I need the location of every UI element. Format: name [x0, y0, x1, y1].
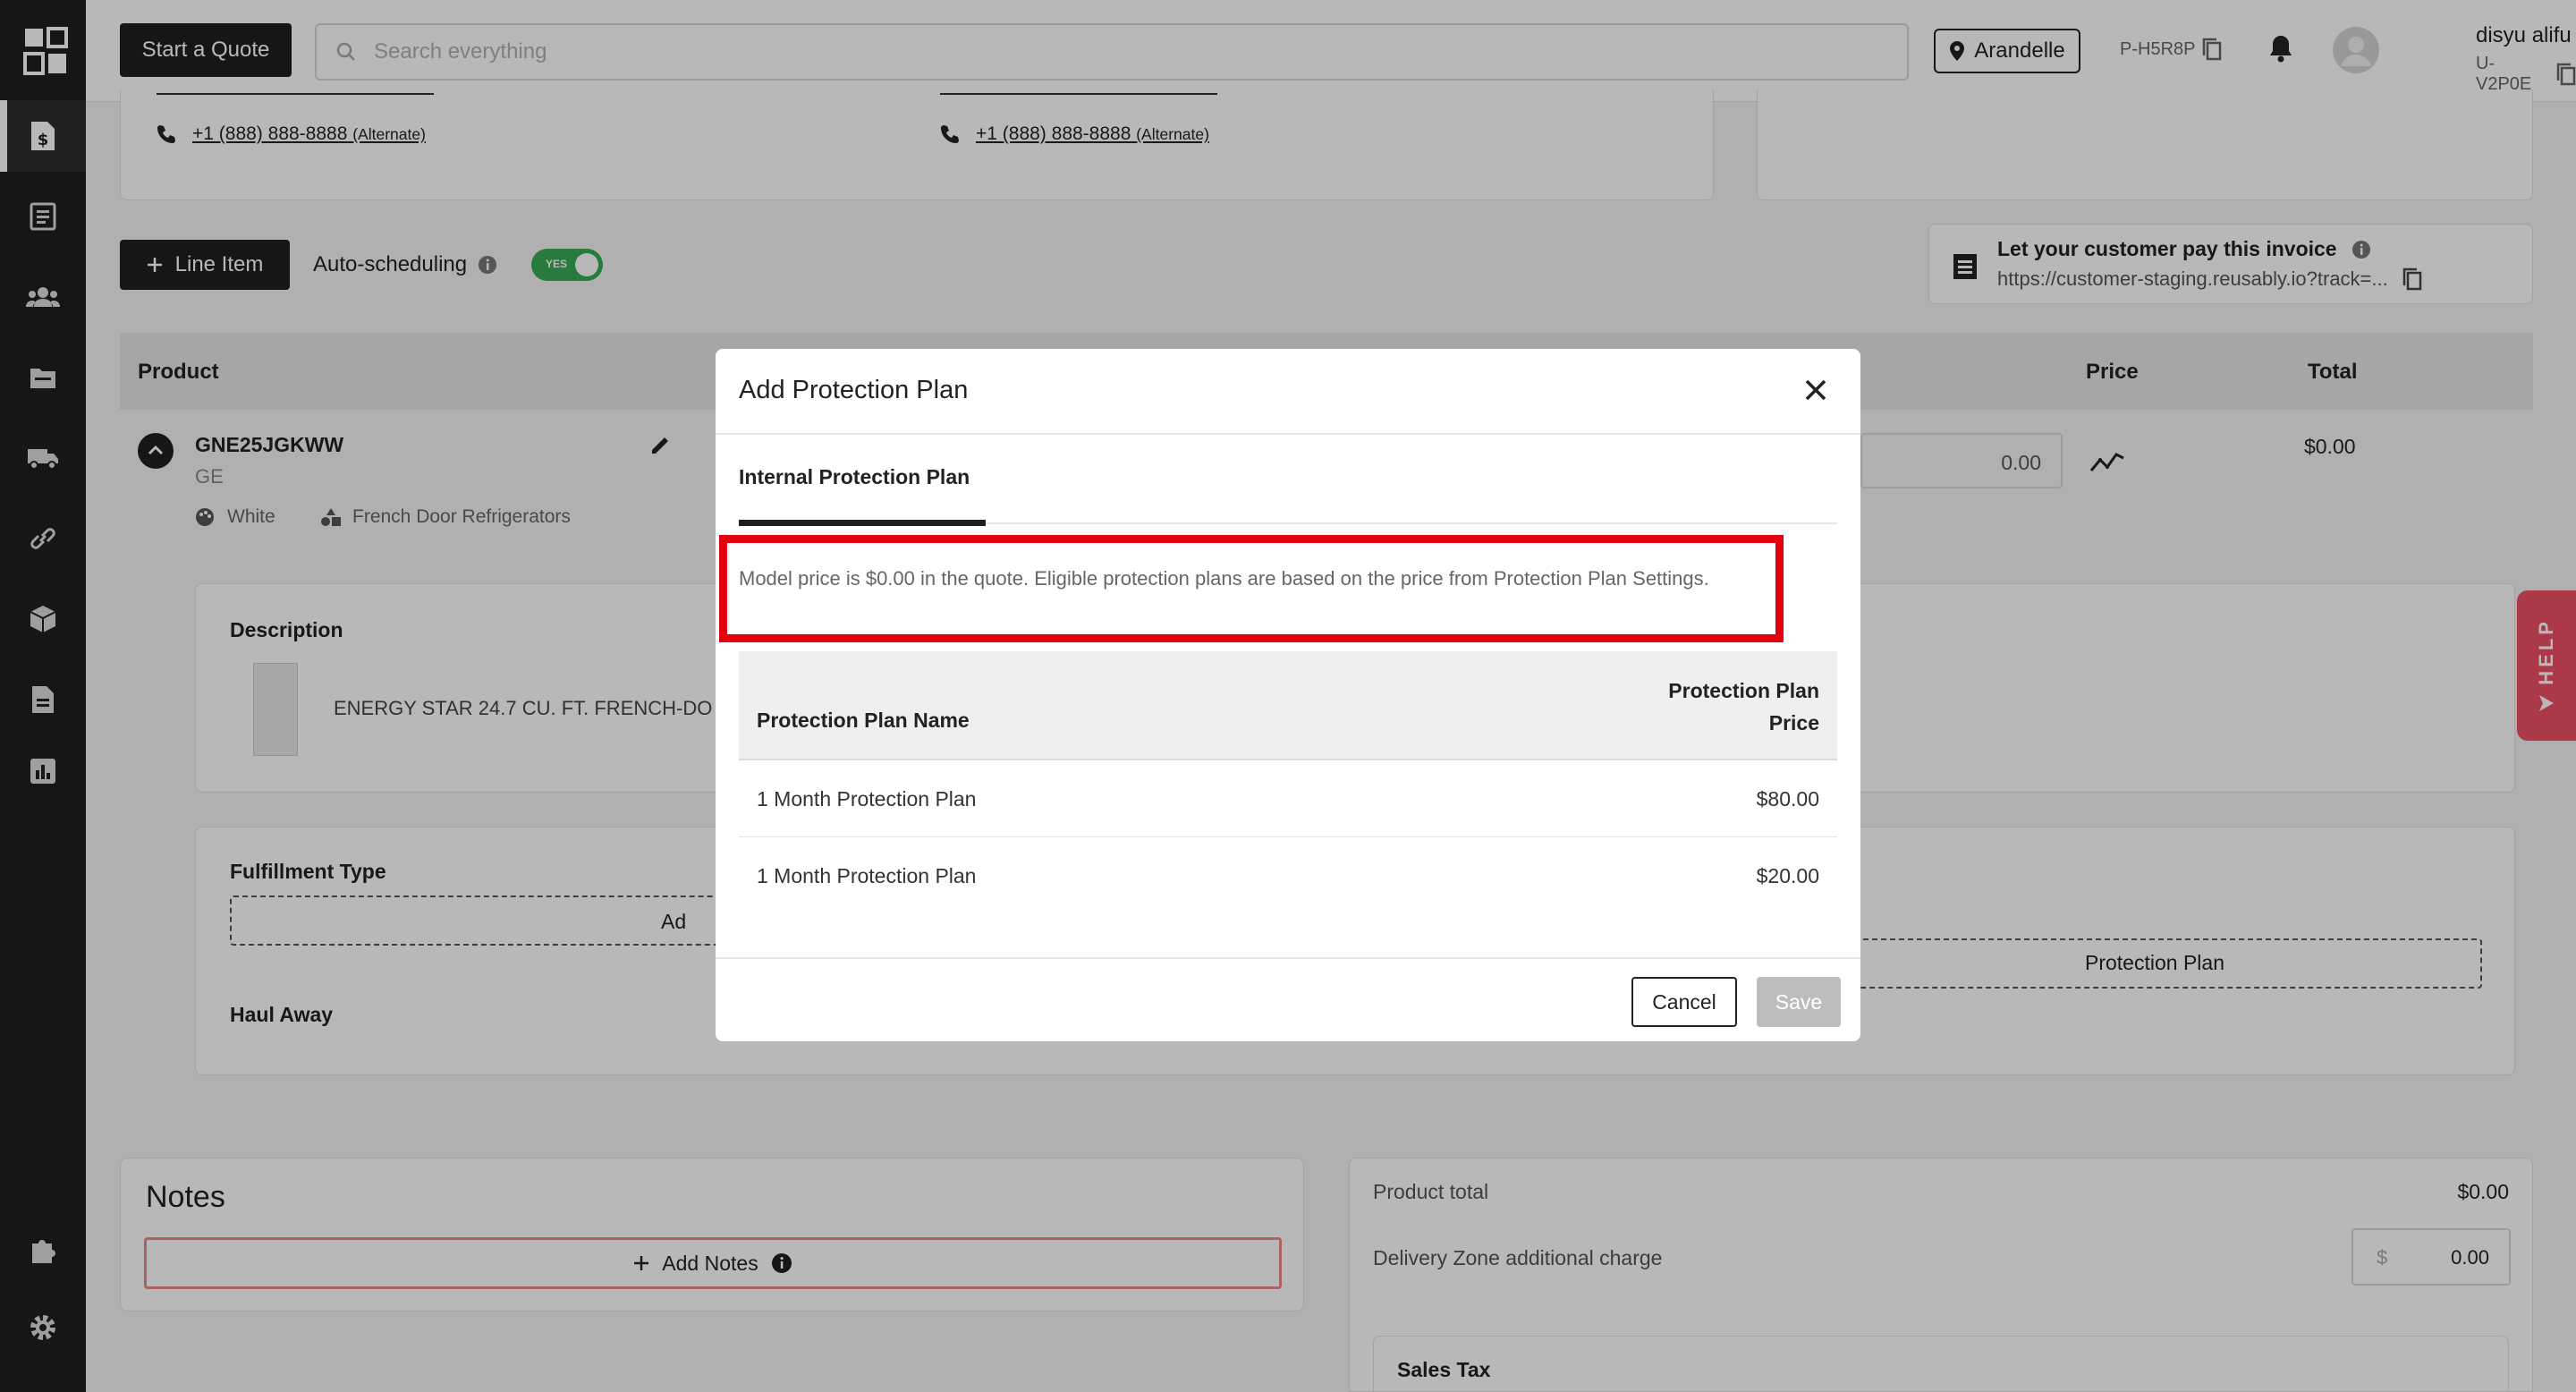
col-plan-name: Protection Plan Name: [757, 709, 970, 732]
plan-price: $80.00: [1756, 787, 1819, 811]
cancel-label: Cancel: [1652, 989, 1716, 1014]
modal-footer: Cancel Save: [716, 957, 1860, 1041]
add-protection-plan-modal: Add Protection Plan Internal Protection …: [716, 349, 1860, 1041]
protection-plan-table: Protection Plan Name Protection Plan Pri…: [739, 651, 1837, 914]
table-header: Protection Plan Name Protection Plan Pri…: [739, 651, 1837, 760]
close-button[interactable]: [1798, 372, 1834, 408]
plan-price: $20.00: [1756, 864, 1819, 887]
table-row[interactable]: 1 Month Protection Plan $80.00: [739, 760, 1837, 837]
tab-label: Internal Protection Plan: [739, 465, 970, 488]
highlight-box: [719, 535, 1784, 642]
modal-title: Add Protection Plan: [739, 376, 969, 404]
plan-name: 1 Month Protection Plan: [757, 864, 977, 887]
modal-header: Add Protection Plan: [716, 349, 1860, 435]
cancel-button[interactable]: Cancel: [1631, 977, 1737, 1027]
plan-name: 1 Month Protection Plan: [757, 787, 977, 811]
close-icon: [1804, 378, 1827, 402]
save-label: Save: [1775, 989, 1823, 1014]
table-row[interactable]: 1 Month Protection Plan $20.00: [739, 837, 1837, 914]
modal-tabs: Internal Protection Plan: [739, 435, 1837, 526]
tab-internal-protection-plan[interactable]: Internal Protection Plan: [739, 435, 986, 526]
save-button[interactable]: Save: [1757, 977, 1841, 1027]
col-plan-price: Protection Plan Price: [1668, 679, 1819, 734]
